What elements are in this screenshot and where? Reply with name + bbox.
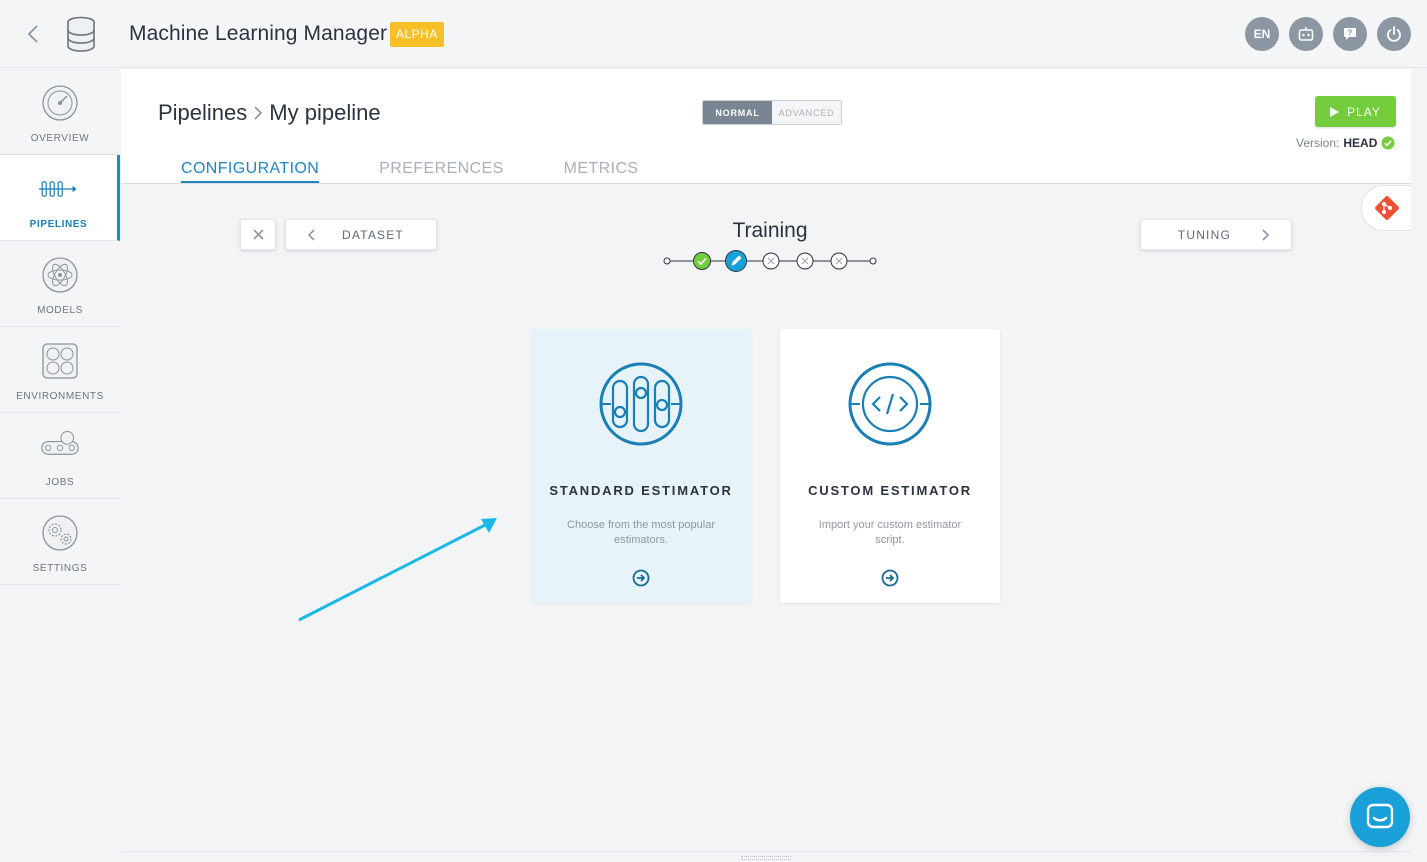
robot-icon: [1298, 27, 1314, 41]
version-info: Version: HEAD: [1296, 136, 1395, 150]
sidebar-label: JOBS: [45, 477, 75, 488]
step-done-marker: [693, 252, 711, 270]
tab-metrics[interactable]: METRICS: [564, 160, 639, 183]
chevron-left-icon: [308, 228, 315, 241]
card-description: Import your custom estimator script.: [818, 519, 962, 546]
previous-step-button[interactable]: DATASET: [285, 219, 437, 250]
alpha-badge: ALPHA: [390, 22, 444, 47]
sliders-icon: [599, 362, 683, 446]
step-pending-marker: [830, 252, 848, 270]
breadcrumb: Pipelines My pipeline: [158, 100, 381, 126]
card-title: STANDARD ESTIMATOR: [549, 483, 733, 498]
conveyor-icon: [41, 431, 79, 455]
sidebar-label: MODELS: [37, 305, 83, 316]
svg-text:?: ?: [1348, 29, 1353, 38]
top-bar: Machine Learning Manager ALPHA EN ?: [0, 0, 1427, 68]
chevron-left-icon: [27, 25, 38, 43]
sidebar-item-settings[interactable]: SETTINGS: [0, 499, 120, 585]
tab-preferences[interactable]: PREFERENCES: [379, 160, 503, 183]
arrow-right-circle-icon[interactable]: [881, 569, 899, 587]
chevron-right-icon: [1262, 228, 1269, 241]
mode-advanced-button[interactable]: ADVANCED: [772, 101, 841, 124]
git-icon: [1374, 196, 1399, 220]
gears-icon: [42, 515, 78, 551]
cube-icon: [42, 343, 78, 379]
pipeline-icon: [38, 181, 77, 197]
custom-estimator-card[interactable]: CUSTOM ESTIMATOR Import your custom esti…: [780, 329, 1000, 603]
pipeline-header: Pipelines My pipeline NORMAL ADVANCED PL…: [121, 69, 1411, 184]
check-circle-icon: [1381, 136, 1395, 150]
top-icons: EN ?: [1245, 17, 1411, 51]
card-title: CUSTOM ESTIMATOR: [808, 483, 972, 498]
step-pending-marker: [762, 252, 780, 270]
sidebar-label: ENVIRONMENTS: [16, 391, 104, 402]
version-label: Version:: [1296, 136, 1340, 150]
sidebar-item-overview[interactable]: OVERVIEW: [0, 69, 120, 155]
database-icon: [67, 16, 95, 52]
sidebar-item-models[interactable]: MODELS: [0, 241, 120, 327]
close-icon: [252, 229, 264, 240]
card-description: Choose from the most popular estimators.: [567, 519, 715, 546]
play-label: PLAY: [1347, 104, 1381, 119]
main-content: Pipelines My pipeline NORMAL ADVANCED PL…: [121, 69, 1411, 862]
language-label: EN: [1253, 27, 1271, 41]
step-title: Training: [732, 219, 808, 242]
annotation-arrow-icon: [298, 518, 497, 622]
close-wizard-button[interactable]: [240, 219, 276, 250]
chat-icon: [1366, 803, 1394, 829]
power-icon: [1387, 26, 1401, 42]
chat-button[interactable]: [1350, 787, 1410, 847]
play-icon: [1330, 106, 1340, 117]
atom-icon: [42, 257, 78, 293]
sidebar: OVERVIEW PIPELINES MODELS ENVIRONMENTS J…: [0, 69, 120, 862]
mode-toggle: NORMAL ADVANCED: [702, 100, 842, 125]
mode-normal-button[interactable]: NORMAL: [703, 101, 772, 124]
git-button[interactable]: [1361, 185, 1411, 231]
version-value: HEAD: [1343, 136, 1378, 150]
sidebar-label: SETTINGS: [32, 563, 88, 574]
previous-step-label: DATASET: [342, 227, 404, 242]
language-button[interactable]: EN: [1245, 17, 1279, 51]
sidebar-item-jobs[interactable]: JOBS: [0, 413, 120, 499]
tabs: CONFIGURATION PREFERENCES METRICS: [181, 160, 638, 183]
power-button[interactable]: [1377, 17, 1411, 51]
standard-estimator-card[interactable]: STANDARD ESTIMATOR Choose from the most …: [531, 329, 751, 603]
sidebar-label: PIPELINES: [29, 219, 88, 230]
tab-configuration[interactable]: CONFIGURATION: [181, 160, 320, 183]
resize-handle[interactable]: [741, 856, 791, 860]
help-button[interactable]: ?: [1333, 17, 1367, 51]
code-icon: [848, 362, 932, 446]
sidebar-label: OVERVIEW: [30, 133, 90, 144]
gauge-icon: [42, 85, 78, 121]
step-progress: [663, 250, 877, 272]
back-button[interactable]: [22, 22, 44, 46]
arrow-right-circle-icon[interactable]: [632, 569, 650, 587]
robot-button[interactable]: [1289, 17, 1323, 51]
step-pending-marker: [796, 252, 814, 270]
app-title: Machine Learning Manager: [129, 22, 388, 45]
breadcrumb-root[interactable]: Pipelines: [158, 100, 247, 126]
bottom-divider: [121, 851, 1411, 852]
sidebar-item-environments[interactable]: ENVIRONMENTS: [0, 327, 120, 413]
chevron-right-icon: [254, 106, 263, 120]
play-button[interactable]: PLAY: [1315, 96, 1396, 127]
sidebar-item-pipelines[interactable]: PIPELINES: [0, 155, 120, 241]
next-step-button[interactable]: TUNING: [1140, 219, 1292, 250]
help-chat-icon: ?: [1344, 28, 1356, 40]
step-current-marker: [725, 250, 747, 272]
breadcrumb-current: My pipeline: [269, 100, 381, 125]
next-step-label: TUNING: [1177, 227, 1231, 242]
